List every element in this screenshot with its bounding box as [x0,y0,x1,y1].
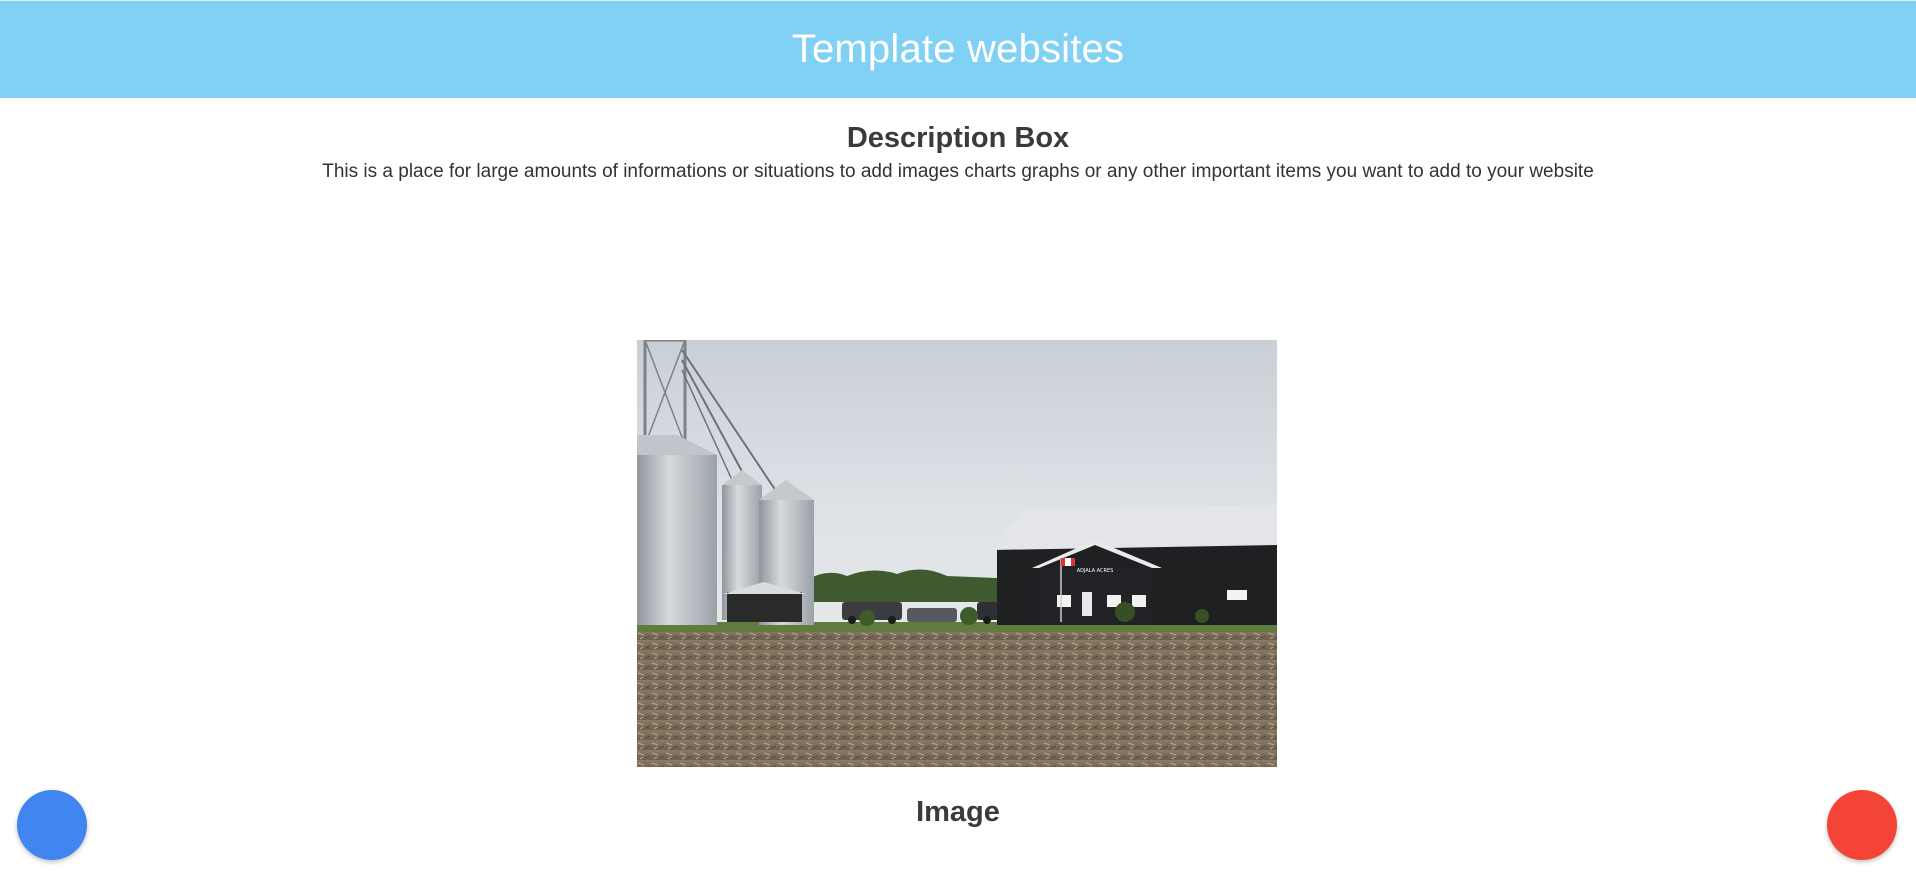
image-caption: Image [916,796,1000,828]
description-text: This is a place for large amounts of inf… [322,161,1594,182]
page: Template websites Description Box This i… [0,0,1916,877]
floating-action-button-blue[interactable] [17,790,87,860]
page-title: Template websites [791,27,1125,71]
header-bar: Template websites [0,0,1916,98]
farm-photo: ADJALA ACRES [637,340,1277,767]
floating-action-button-red[interactable] [1827,790,1897,860]
barn-sign: ADJALA ACRES [1077,568,1114,574]
description-title: Description Box [846,122,1070,154]
